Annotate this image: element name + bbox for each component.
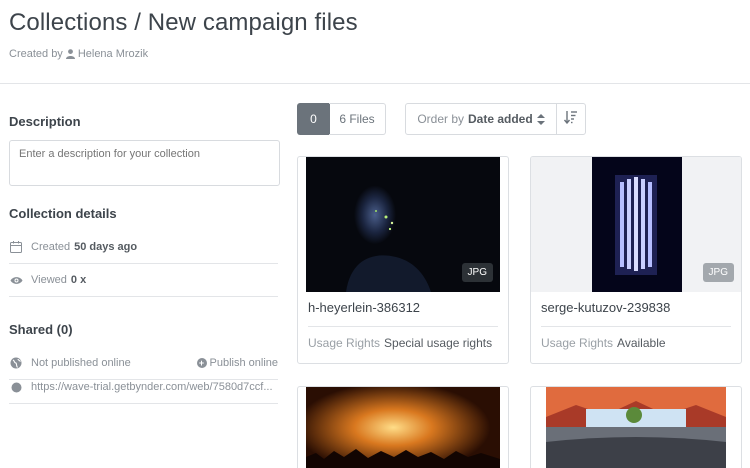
asset-card[interactable]: JPG h-heyerlein-386312 Usage Rights Speci… [297,156,509,364]
calendar-icon [9,240,23,254]
collection-details-title: Collection details [9,206,117,221]
files-count-button[interactable]: 6 Files [329,103,386,135]
publish-online-button[interactable]: + Publish online [196,357,279,369]
asset-card[interactable] [297,386,509,468]
created-value: 50 days ago [74,241,138,253]
created-row: Created 50 days ago [9,231,278,264]
circle-plus-icon: + [196,358,207,368]
sidebar: Description Collection details Created 5… [0,84,290,468]
asset-thumbnail[interactable] [546,387,726,468]
asset-card[interactable] [530,386,742,468]
description-title: Description [9,114,81,129]
created-by-prefix: Created by [9,48,63,60]
usage-rights: Usage Rights Available [541,336,666,350]
order-by-value: Date added [468,112,533,126]
shared-title: Shared (0) [9,322,73,337]
asset-card[interactable]: JPG serge-kutuzov-239838 Usage Rights Ava… [530,156,742,364]
viewed-value: 0 x [70,274,87,286]
globe-icon [9,356,23,370]
file-type-badge: JPG [461,263,493,282]
usage-rights-value: Special usage rights [384,336,493,350]
asset-name[interactable]: serge-kutuzov-239838 [541,300,670,315]
share-link-row: https://wave-trial.getbynder.com/web/758… [9,371,278,404]
order-by-prefix: Order by [417,112,464,126]
asset-name[interactable]: h-heyerlein-386312 [308,300,420,315]
file-type-badge: JPG [702,263,734,282]
usage-rights-value: Available [617,336,666,350]
page-header: Collections / New campaign files Created… [0,0,750,84]
share-link[interactable]: https://wave-trial.getbynder.com/web/758… [31,381,273,393]
publish-online-label: Publish online [209,357,279,369]
divider [308,326,498,327]
usage-rights: Usage Rights Special usage rights [308,336,492,350]
divider [541,326,731,327]
eye-icon [9,273,23,287]
usage-rights-label: Usage Rights [541,336,614,350]
page-title: Collections / New campaign files [9,9,358,36]
sort-updown-icon [536,113,545,125]
created-by: Created by Helena Mrozik [9,48,148,60]
sort-descending-icon [563,110,578,129]
sort-direction-button[interactable] [556,103,586,135]
asset-thumbnail[interactable] [306,387,500,468]
user-icon [65,49,75,59]
order-by-dropdown[interactable]: Order by Date added [405,103,557,135]
selected-count-button[interactable]: 0 [297,103,330,135]
created-label: Created [31,241,71,253]
publish-status: Not published online [31,357,131,369]
link-dot-icon [9,380,23,394]
description-input[interactable] [9,140,280,186]
viewed-row: Viewed 0 x [9,264,278,297]
viewed-label: Viewed [31,274,67,286]
usage-rights-label: Usage Rights [308,336,381,350]
created-by-name[interactable]: Helena Mrozik [78,48,148,60]
